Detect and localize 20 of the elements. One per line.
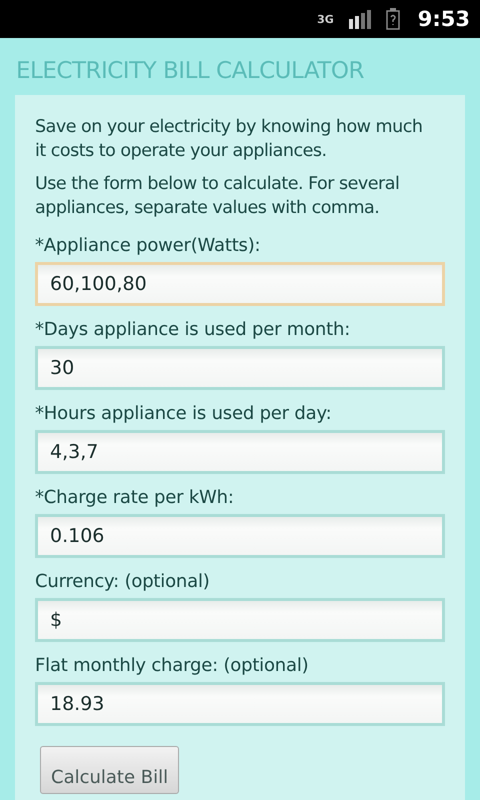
signal-icon xyxy=(348,9,372,29)
intro-text: Use the form below to calculate. For several appliances, separate values with comma. xyxy=(35,173,400,220)
input-field[interactable]: 4,3,7 xyxy=(35,430,445,474)
input-field[interactable]: 18.93 xyxy=(35,682,445,726)
calculate-button[interactable]: Calculate Bill xyxy=(40,746,180,794)
field-label: Flat monthly charge: (optional) xyxy=(35,654,310,678)
field-label: *Appliance power(Watts): xyxy=(35,234,262,258)
battery-icon xyxy=(386,8,400,30)
field-label: *Hours appliance is used per day: xyxy=(35,402,332,426)
field-label: *Days appliance is used per month: xyxy=(35,318,352,342)
app-title: ELECTRICITY BILL CALCULATOR xyxy=(15,57,365,86)
field-label: Currency: (optional) xyxy=(35,570,211,594)
clock: 9:53 xyxy=(418,7,470,31)
input-field[interactable]: $ xyxy=(35,598,445,642)
input-field[interactable]: 60,100,80 xyxy=(35,262,445,306)
network-type-label: 3G xyxy=(317,12,334,26)
input-field[interactable]: 30 xyxy=(35,346,445,390)
intro-text: Save on your electricity by knowing how much it costs to operate your appliances. xyxy=(35,116,424,163)
input-field[interactable]: 0.106 xyxy=(35,514,445,558)
field-label: *Charge rate per kWh: xyxy=(35,486,235,510)
